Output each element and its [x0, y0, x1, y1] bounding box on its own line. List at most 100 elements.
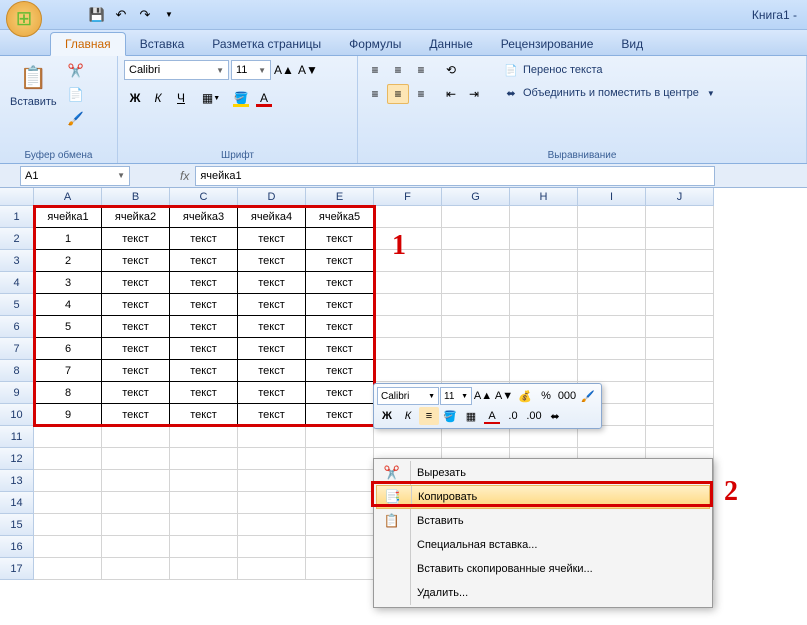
cell[interactable] [374, 426, 442, 448]
context-paste-special[interactable]: Специальная вставка... [376, 533, 710, 557]
cell[interactable]: текст [238, 250, 306, 272]
context-copy[interactable]: 📑 Копировать [376, 485, 710, 509]
cell[interactable] [646, 316, 714, 338]
tab-insert[interactable]: Вставка [126, 33, 199, 55]
cell[interactable] [646, 382, 714, 404]
formula-input[interactable]: ячейка1 [195, 166, 715, 186]
cell[interactable] [578, 426, 646, 448]
cell[interactable] [374, 294, 442, 316]
cell[interactable] [238, 470, 306, 492]
cell[interactable] [646, 250, 714, 272]
cell[interactable]: текст [102, 294, 170, 316]
mini-merge-icon[interactable]: ⬌ [545, 407, 565, 425]
cell[interactable] [102, 558, 170, 580]
redo-icon[interactable]: ↷ [134, 4, 156, 26]
cell[interactable]: текст [170, 382, 238, 404]
cell[interactable]: текст [170, 404, 238, 426]
cell[interactable]: 3 [34, 272, 102, 294]
cell[interactable]: текст [306, 404, 374, 426]
column-header[interactable]: E [306, 188, 374, 206]
cell[interactable]: текст [306, 250, 374, 272]
cell[interactable] [578, 316, 646, 338]
cell[interactable] [510, 206, 578, 228]
align-right-icon[interactable]: ≡ [410, 84, 432, 104]
align-middle-icon[interactable]: ≡ [387, 60, 409, 80]
row-header[interactable]: 12 [0, 448, 34, 470]
row-header[interactable]: 14 [0, 492, 34, 514]
bold-button[interactable]: Ж [124, 88, 146, 108]
row-header[interactable]: 11 [0, 426, 34, 448]
cell[interactable]: текст [170, 360, 238, 382]
cell[interactable]: текст [238, 404, 306, 426]
cell[interactable] [102, 426, 170, 448]
cell[interactable] [442, 360, 510, 382]
row-header[interactable]: 16 [0, 536, 34, 558]
font-name-combo[interactable]: Calibri▼ [124, 60, 229, 80]
row-header[interactable]: 1 [0, 206, 34, 228]
cell[interactable] [306, 426, 374, 448]
column-header[interactable]: B [102, 188, 170, 206]
row-header[interactable]: 10 [0, 404, 34, 426]
undo-icon[interactable]: ↶ [110, 4, 132, 26]
cell[interactable] [442, 250, 510, 272]
cell[interactable] [34, 492, 102, 514]
row-header[interactable]: 6 [0, 316, 34, 338]
cell[interactable]: 2 [34, 250, 102, 272]
cell[interactable] [374, 360, 442, 382]
align-bottom-icon[interactable]: ≡ [410, 60, 432, 80]
cell[interactable] [510, 338, 578, 360]
cell[interactable] [238, 426, 306, 448]
copy-icon[interactable]: 📄 [65, 84, 87, 106]
cell[interactable] [374, 250, 442, 272]
cell[interactable] [170, 536, 238, 558]
context-paste[interactable]: 📋 Вставить [376, 509, 710, 533]
cell[interactable]: текст [238, 294, 306, 316]
cell[interactable] [34, 448, 102, 470]
cell[interactable]: текст [306, 360, 374, 382]
cell[interactable]: текст [306, 316, 374, 338]
decrease-indent-icon[interactable]: ⇤ [440, 84, 462, 104]
font-size-combo[interactable]: 11▼ [231, 60, 271, 80]
row-header[interactable]: 3 [0, 250, 34, 272]
cell[interactable]: текст [306, 294, 374, 316]
cell[interactable] [34, 470, 102, 492]
cell[interactable] [306, 470, 374, 492]
cell[interactable]: текст [170, 272, 238, 294]
cell[interactable]: текст [238, 338, 306, 360]
cell[interactable] [374, 316, 442, 338]
cell[interactable] [34, 558, 102, 580]
cell[interactable] [306, 558, 374, 580]
mini-center-icon[interactable]: ≡ [419, 407, 439, 425]
cell[interactable] [374, 228, 442, 250]
cell[interactable]: текст [306, 382, 374, 404]
mini-decrease-decimal-icon[interactable]: .0 [503, 407, 523, 425]
cell[interactable]: 7 [34, 360, 102, 382]
underline-button[interactable]: Ч [170, 88, 192, 108]
cell[interactable] [374, 206, 442, 228]
column-header[interactable]: D [238, 188, 306, 206]
mini-font-combo[interactable]: Calibri▼ [377, 387, 439, 405]
cell[interactable]: текст [238, 228, 306, 250]
row-header[interactable]: 9 [0, 382, 34, 404]
cell[interactable] [646, 360, 714, 382]
row-header[interactable]: 4 [0, 272, 34, 294]
name-box[interactable]: A1▼ [20, 166, 130, 186]
cell[interactable]: текст [102, 360, 170, 382]
cell[interactable] [578, 272, 646, 294]
cell[interactable]: текст [102, 338, 170, 360]
cell[interactable]: текст [170, 250, 238, 272]
cell[interactable] [102, 448, 170, 470]
cell[interactable] [34, 536, 102, 558]
row-header[interactable]: 13 [0, 470, 34, 492]
cell[interactable] [374, 338, 442, 360]
format-painter-icon[interactable]: 🖌️ [65, 108, 87, 130]
column-header[interactable]: F [374, 188, 442, 206]
cell[interactable] [170, 448, 238, 470]
paste-button[interactable]: 📋 Вставить [6, 60, 61, 110]
mini-comma-icon[interactable]: 000 [557, 387, 577, 405]
cell[interactable] [102, 470, 170, 492]
cell[interactable] [238, 536, 306, 558]
cell[interactable] [646, 338, 714, 360]
cell[interactable]: текст [102, 272, 170, 294]
cell[interactable]: текст [102, 228, 170, 250]
